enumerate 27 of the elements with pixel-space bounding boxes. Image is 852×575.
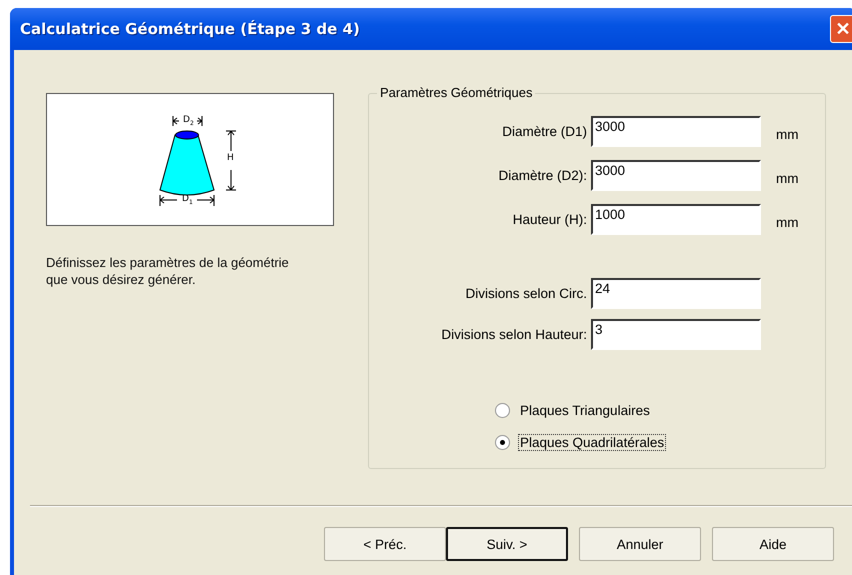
dialog-button[interactable]: Annuler — [579, 527, 701, 561]
radio-button[interactable] — [495, 435, 510, 450]
unit-label: mm — [776, 127, 798, 142]
radio-button[interactable] — [495, 403, 510, 418]
input-field[interactable]: 3000 — [591, 116, 761, 147]
field-label: Divisions selon Circ. — [464, 286, 588, 301]
radio-label[interactable]: Plaques Quadrilatérales — [518, 434, 666, 451]
unit-label: mm — [776, 215, 798, 230]
field-label: Diamètre (D1) — [501, 124, 588, 139]
dialog-button[interactable]: Suiv. > — [446, 527, 568, 561]
input-field[interactable]: 3 — [591, 319, 761, 350]
field-label: Hauteur (H): — [512, 212, 588, 227]
dialog-button[interactable]: Aide — [712, 527, 834, 561]
instruction-text: Définissez les paramètres de la géométrie que vous désirez générer. — [46, 254, 290, 288]
input-field[interactable]: 1000 — [591, 204, 761, 235]
group-title: Paramètres Géométriques — [377, 85, 536, 100]
window-title: Calculatrice Géométrique (Étape 3 de 4) — [20, 20, 360, 38]
field-label: Divisions selon Hauteur: — [440, 327, 588, 342]
field-label: Diamètre (D2): — [497, 168, 588, 183]
dimension-label: D$_{2}$ — [183, 116, 194, 127]
dimension-label: H — [227, 154, 234, 163]
input-field[interactable]: 24 — [591, 278, 761, 309]
close-button[interactable]: ✕ — [830, 15, 852, 43]
input-field[interactable]: 3000 — [591, 160, 761, 191]
radio-label[interactable]: Plaques Triangulaires — [518, 402, 652, 419]
dialog-button[interactable]: < Préc. — [324, 527, 446, 561]
unit-label: mm — [776, 171, 798, 186]
